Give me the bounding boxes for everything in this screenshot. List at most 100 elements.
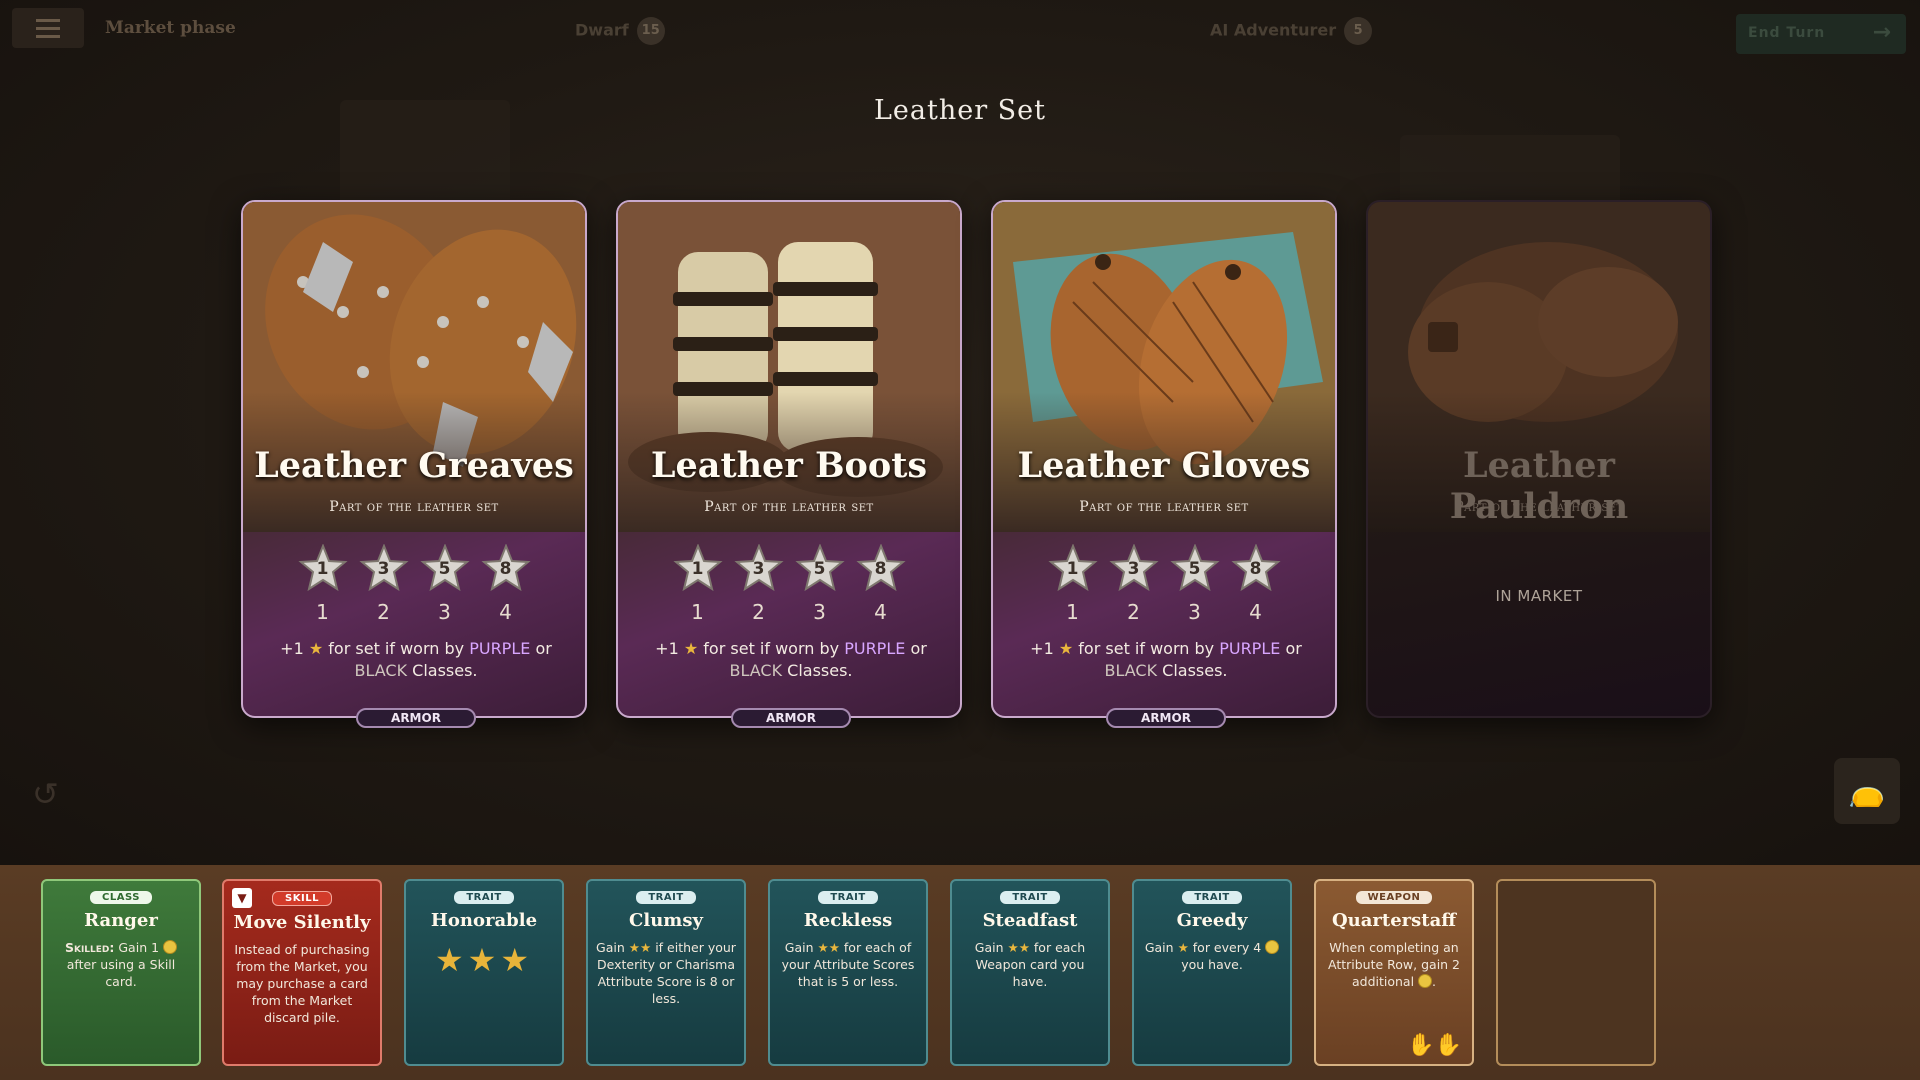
gold-star-icon: ★★ [628, 940, 652, 955]
star-icons: ★★★ [434, 941, 534, 979]
card-name: Leather Gloves [1017, 445, 1311, 486]
card-text: Gain ★★ for each Weapon card you have. [960, 939, 1100, 990]
star-index: 3 [813, 600, 826, 624]
menu-button[interactable] [12, 8, 84, 48]
star-index: 2 [377, 600, 390, 624]
end-turn-button[interactable]: End Turn → [1736, 14, 1906, 54]
armor-tag: ARMOR [731, 708, 851, 728]
set-card-leather-greaves[interactable]: Leather Greaves Part of the leather set … [241, 200, 587, 728]
hand-card-empty-slot[interactable] [1496, 879, 1656, 1066]
star-index: 2 [752, 600, 765, 624]
bonus-mid: for set if worn by [703, 639, 840, 658]
star-slot: 11 [1047, 543, 1098, 624]
star-value: 1 [691, 559, 704, 579]
bonus-purple: PURPLE [1219, 639, 1281, 658]
hand-card-greedy[interactable]: TRAIT Greedy Gain ★ for every 4 you have… [1132, 879, 1292, 1066]
card-name: Leather Greaves [254, 445, 574, 486]
card-subtitle: Part of the leather set [1454, 499, 1624, 515]
star-slot: 84 [1230, 543, 1281, 624]
card-type-tag: TRAIT [1182, 891, 1242, 904]
card-type-tag: TRAIT [454, 891, 514, 904]
armor-tag: ARMOR [1106, 708, 1226, 728]
card-text-part: Gain [596, 940, 625, 955]
gold-star-icon: ★ [683, 639, 699, 658]
card-subtitle: Part of the leather set [704, 499, 874, 515]
coin-bag-icon[interactable]: 👝 [1834, 758, 1900, 824]
hand-card-clumsy[interactable]: TRAIT Clumsy Gain ★★ if either your Dext… [586, 879, 746, 1066]
gold-star-icon: ★ [1177, 940, 1189, 955]
gold-star-icon: ★ [1058, 639, 1074, 658]
card-subtitle: Part of the leather set [329, 499, 499, 515]
star-slot: 53 [1169, 543, 1220, 624]
card-keyword: Skilled: [64, 940, 115, 955]
gold-star-icon: ★★ [1007, 940, 1030, 955]
bonus-black: BLACK [1104, 661, 1158, 680]
star-slot: 32 [733, 543, 784, 624]
hand-card-honorable[interactable]: TRAIT Honorable ★★★ [404, 879, 564, 1066]
gold-star-icon: ★★ [817, 940, 840, 955]
card-title: Reckless [803, 910, 893, 931]
card-text: When completing an Attribute Row, gain 2… [1327, 940, 1461, 989]
bonus-end: Classes. [1162, 661, 1228, 680]
bonus-or: or [1285, 639, 1302, 658]
hand-card-reckless[interactable]: TRAIT Reckless Gain ★★ for each of your … [768, 879, 928, 1066]
set-card-leather-gloves[interactable]: Leather Gloves Part of the leather set 1… [991, 200, 1337, 728]
bonus-mid: for set if worn by [1078, 639, 1215, 658]
card-text: Gain ★★ for each of your Attribute Score… [778, 939, 918, 990]
end-turn-label: End Turn [1748, 25, 1826, 41]
card-text: Skilled: Gain 1 after using a Skill card… [51, 939, 191, 990]
card-title: Honorable [430, 910, 538, 931]
card-text-part: Gain [784, 940, 814, 955]
star-value: 8 [1249, 559, 1262, 579]
set-bonus-text: +1 ★ for set if worn by PURPLE or BLACK … [1017, 638, 1315, 682]
bonus-mid: for set if worn by [328, 639, 465, 658]
card-type-tag: WEAPON [1355, 891, 1433, 904]
star-slot: 53 [419, 543, 470, 624]
hand-card-quarterstaff[interactable]: WEAPON Quarterstaff When completing an A… [1314, 879, 1474, 1066]
coin-icon [1265, 940, 1280, 954]
card-text: Gain ★ for every 4 you have. [1142, 939, 1282, 973]
card-type-tag: SKILL [272, 891, 332, 906]
star-slot: 84 [480, 543, 531, 624]
card-text-part: Gain 1 [118, 940, 160, 955]
star-value: 1 [1066, 559, 1079, 579]
star-value: 5 [438, 559, 451, 579]
bonus-end: Classes. [787, 661, 853, 680]
star-index: 4 [1249, 600, 1262, 624]
card-text-part: after using a Skill card. [66, 957, 176, 989]
player-chip-ai-adventurer[interactable]: AI Adventurer 5 [1210, 17, 1373, 45]
set-bonus-text: +1 ★ for set if worn by PURPLE or BLACK … [642, 638, 940, 682]
set-card-leather-boots[interactable]: Leather Boots Part of the leather set 11… [616, 200, 962, 728]
star-track: 11 32 53 84 [243, 543, 585, 624]
bonus-purple: PURPLE [844, 639, 906, 658]
star-index: 2 [1127, 600, 1140, 624]
star-value: 3 [1127, 559, 1140, 579]
card-title: Clumsy [629, 910, 703, 931]
undo-icon[interactable]: ↺ [32, 775, 72, 815]
star-slot: 32 [358, 543, 409, 624]
top-bar: Market phase Dwarf 15 AI Adventurer 5 End … [0, 0, 1920, 58]
hand-card-steadfast[interactable]: TRAIT Steadfast Gain ★★ for each Weapon … [950, 879, 1110, 1066]
bonus-black: BLACK [729, 661, 783, 680]
hand-card-move-silently[interactable]: ▼ SKILL Move Silently Instead of purchas… [222, 879, 382, 1066]
player-name: Dwarf [575, 20, 629, 40]
bonus-end: Classes. [412, 661, 478, 680]
card-text-part: for every 4 [1192, 940, 1262, 955]
filter-icon[interactable]: ▼ [232, 888, 252, 908]
bonus-prefix: +1 [655, 639, 679, 658]
player-badge: 15 [636, 17, 665, 45]
star-slot: 53 [794, 543, 845, 624]
star-value: 8 [874, 559, 887, 579]
set-card-leather-pauldron[interactable]: Leather Pauldron Part of the leather set… [1366, 200, 1712, 718]
star-index: 3 [438, 600, 451, 624]
player-chip-dwarf[interactable]: Dwarf 15 [575, 17, 665, 45]
hand-card-ranger[interactable]: CLASS Ranger Skilled: Gain 1 after using… [41, 879, 201, 1066]
card-title: Greedy [1176, 910, 1248, 931]
star-value: 5 [1188, 559, 1201, 579]
player-badge: 5 [1344, 17, 1373, 45]
star-track: 11 32 53 84 [618, 543, 960, 624]
phase-label: Market phase [105, 18, 236, 38]
coin-icon [163, 940, 178, 954]
card-text-part: you have. [1181, 957, 1243, 972]
card-title: Move Silently [233, 912, 371, 933]
